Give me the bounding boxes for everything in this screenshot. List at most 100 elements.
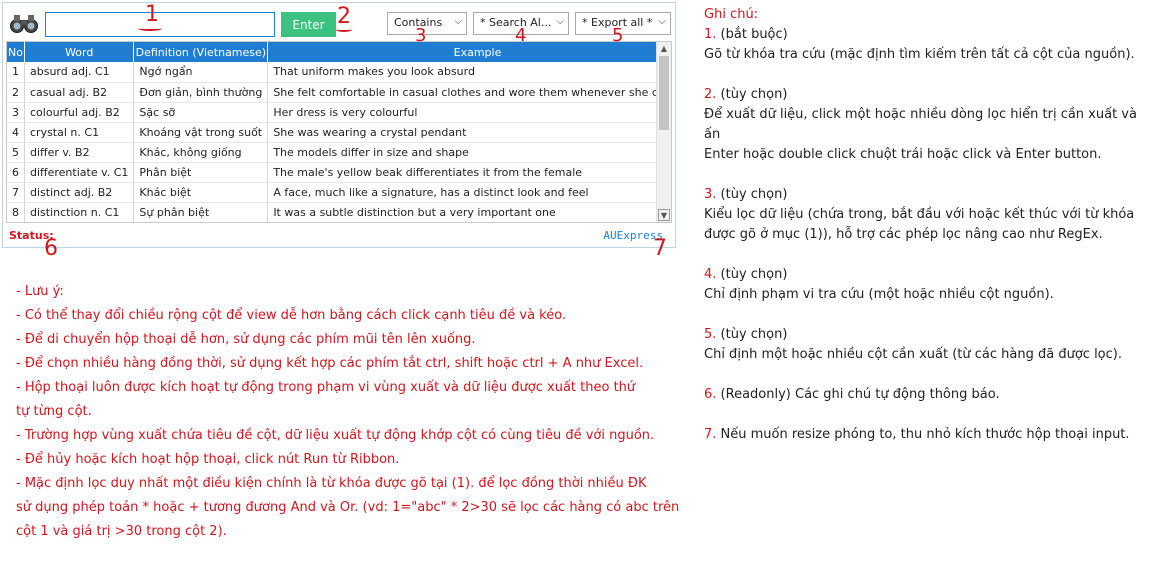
cell-example: A face, much like a signature, has a dis… (267, 182, 671, 203)
callout-3: 3 (415, 25, 427, 46)
filter-type-dropdown[interactable]: Contains ⌵ (387, 12, 467, 35)
legend-head: (tùy chọn) (720, 87, 788, 102)
legend-item-5: 5. (tùy chọn) Chỉ định một hoặc nhiều cộ… (704, 325, 1154, 365)
legend-head: (tùy chọn) (720, 327, 788, 342)
cell-definition: Khác biệt (133, 182, 269, 203)
note-line: - Để hủy hoặc kích hoạt hộp thoại, click… (16, 452, 400, 467)
cell-word: differ v. B2 (24, 142, 135, 163)
note-line: sử dụng phép toán * hoặc + tương đương A… (16, 500, 680, 515)
table-row[interactable]: 5 differ v. B2 Khác, không giống The mod… (7, 142, 671, 163)
cell-example: The male's yellow beak differentiates it… (267, 162, 671, 183)
cell-no: 5 (7, 142, 25, 163)
legend-body: Chỉ định phạm vi tra cứu (một hoặc nhiều… (704, 287, 1054, 302)
scroll-down-icon[interactable]: ▼ (658, 209, 670, 221)
cell-no: 7 (7, 182, 25, 203)
legend-body: Chỉ định một hoặc nhiều cột cần xuất (từ… (704, 347, 1122, 362)
cell-no: 1 (7, 62, 25, 83)
cell-word: distinction n. C1 (24, 202, 135, 222)
legend-item-2: 2. (tùy chọn) Để xuất dữ liệu, click một… (704, 85, 1154, 165)
callout-1: 1 (145, 2, 159, 27)
cell-word: distinct adj. B2 (24, 182, 135, 203)
table-row[interactable]: 7 distinct adj. B2 Khác biệt A face, muc… (7, 182, 671, 203)
note-line: cột 1 và giá trị >30 trong cột 2). (16, 524, 227, 539)
legend-body: được gõ ở mục (1)), hỗ trợ các phép lọc … (704, 227, 1103, 242)
table-row[interactable]: 8 distinction n. C1 Sự phân biệt It was … (7, 202, 671, 222)
legend-item-7: 7. Nếu muốn resize phóng to, thu nhỏ kíc… (704, 425, 1154, 445)
legend-item-4: 4. (tùy chọn) Chỉ định phạm vi tra cứu (… (704, 265, 1154, 305)
results-grid[interactable]: No Word Definition (Vietnamese) Example … (6, 41, 672, 223)
legend-number: 7. (704, 427, 717, 442)
cell-definition: Đơn giản, bình thường (133, 82, 269, 103)
column-header-word[interactable]: Word (24, 42, 135, 62)
scroll-up-icon[interactable]: ▲ (658, 43, 670, 55)
cell-example: She felt comfortable in casual clothes a… (267, 82, 671, 103)
table-row[interactable]: 6 differentiate v. C1 Phân biệt The male… (7, 162, 671, 183)
legend-number: 5. (704, 327, 717, 342)
results-table: No Word Definition (Vietnamese) Example … (7, 42, 671, 222)
legend-head: (Readonly) Các ghi chú tự động thông báo… (720, 387, 1000, 402)
note-line: - Để di chuyển hộp thoại dễ hơn, sử dụng… (16, 332, 476, 347)
table-row[interactable]: 2 casual adj. B2 Đơn giản, bình thường S… (7, 82, 671, 103)
search-input[interactable] (45, 12, 275, 37)
legend-number: 1. (704, 27, 717, 42)
note-line: - Lưu ý: (16, 284, 64, 299)
callout-5: 5 (612, 25, 624, 46)
legend-head: (bắt buộc) (720, 27, 788, 42)
usage-notes: - Lưu ý: - Có thể thay đổi chiều rộng cộ… (16, 280, 680, 544)
legend-item-3: 3. (tùy chọn) Kiểu lọc dữ liệu (chứa tro… (704, 185, 1154, 245)
legend-notes: Ghi chú: 1. (bắt buộc) Gõ từ khóa tra cứ… (704, 5, 1154, 445)
cell-definition: Sặc sỡ (133, 102, 269, 123)
cell-definition: Sự phân biệt (133, 202, 269, 222)
note-line: - Hộp thoại luôn được kích hoạt tự động … (16, 380, 636, 395)
table-row[interactable]: 4 crystal n. C1 Khoáng vật trong suốt Sh… (7, 122, 671, 143)
note-line: tự từng cột. (16, 404, 92, 419)
cell-no: 8 (7, 202, 25, 222)
search-dialog: Enter Contains ⌵ * Search Al... ⌵ * Expo… (2, 2, 676, 248)
callout-6: 6 (44, 236, 58, 261)
note-line: - Mặc định lọc duy nhất một điều kiện ch… (16, 476, 647, 491)
cell-no: 3 (7, 102, 25, 123)
cell-example: That uniform makes you look absurd (267, 62, 671, 83)
note-line: - Có thể thay đổi chiều rộng cột để view… (16, 308, 567, 323)
column-header-definition[interactable]: Definition (Vietnamese) (133, 42, 269, 62)
vertical-scrollbar[interactable]: ▲ ▼ (656, 42, 671, 222)
enter-button[interactable]: Enter (281, 12, 336, 37)
callout-7: 7 (653, 236, 667, 261)
cell-word: casual adj. B2 (24, 82, 135, 103)
cell-definition: Ngớ ngẩn (133, 62, 269, 83)
legend-head: (tùy chọn) (720, 187, 788, 202)
cell-example: Her dress is very colourful (267, 102, 671, 123)
callout-1-underline (138, 26, 162, 31)
table-header-row: No Word Definition (Vietnamese) Example (7, 42, 671, 62)
scrollbar-thumb[interactable] (659, 56, 669, 130)
chevron-down-icon: ⌵ (556, 16, 564, 27)
legend-body: Gõ từ khóa tra cứu (mặc định tìm kiếm tr… (704, 47, 1135, 62)
legend-body: Enter hoặc double click chuột trái hoặc … (704, 147, 1102, 162)
callout-2-underline (336, 27, 352, 32)
note-line: - Để chọn nhiều hàng đồng thời, sử dụng … (16, 356, 644, 371)
legend-body: Để xuất dữ liệu, click một hoặc nhiều dò… (704, 107, 1137, 142)
cell-word: colourful adj. B2 (24, 102, 135, 123)
cell-word: absurd adj. C1 (24, 62, 135, 83)
cell-definition: Khác, không giống (133, 142, 269, 163)
cell-example: She was wearing a crystal pendant (267, 122, 671, 143)
table-row[interactable]: 1 absurd adj. C1 Ngớ ngẩn That uniform m… (7, 62, 671, 83)
legend-number: 4. (704, 267, 717, 282)
legend-item-6: 6. (Readonly) Các ghi chú tự động thông … (704, 385, 1154, 405)
cell-word: crystal n. C1 (24, 122, 135, 143)
note-line: - Trường hợp vùng xuất chứa tiêu đề cột,… (16, 428, 655, 443)
cell-no: 6 (7, 162, 25, 183)
binoculars-icon (10, 15, 38, 33)
legend-item-1: 1. (bắt buộc) Gõ từ khóa tra cứu (mặc đị… (704, 25, 1154, 65)
table-row[interactable]: 3 colourful adj. B2 Sặc sỡ Her dress is … (7, 102, 671, 123)
legend-number: 2. (704, 87, 717, 102)
callout-2: 2 (337, 4, 351, 29)
cell-no: 4 (7, 122, 25, 143)
legend-head: (tùy chọn) (720, 267, 788, 282)
legend-title: Ghi chú: (704, 7, 759, 22)
legend-number: 3. (704, 187, 717, 202)
column-header-no[interactable]: No (7, 42, 25, 62)
cell-definition: Phân biệt (133, 162, 269, 183)
cell-word: differentiate v. C1 (24, 162, 135, 183)
cell-example: It was a subtle distinction but a very i… (267, 202, 671, 222)
